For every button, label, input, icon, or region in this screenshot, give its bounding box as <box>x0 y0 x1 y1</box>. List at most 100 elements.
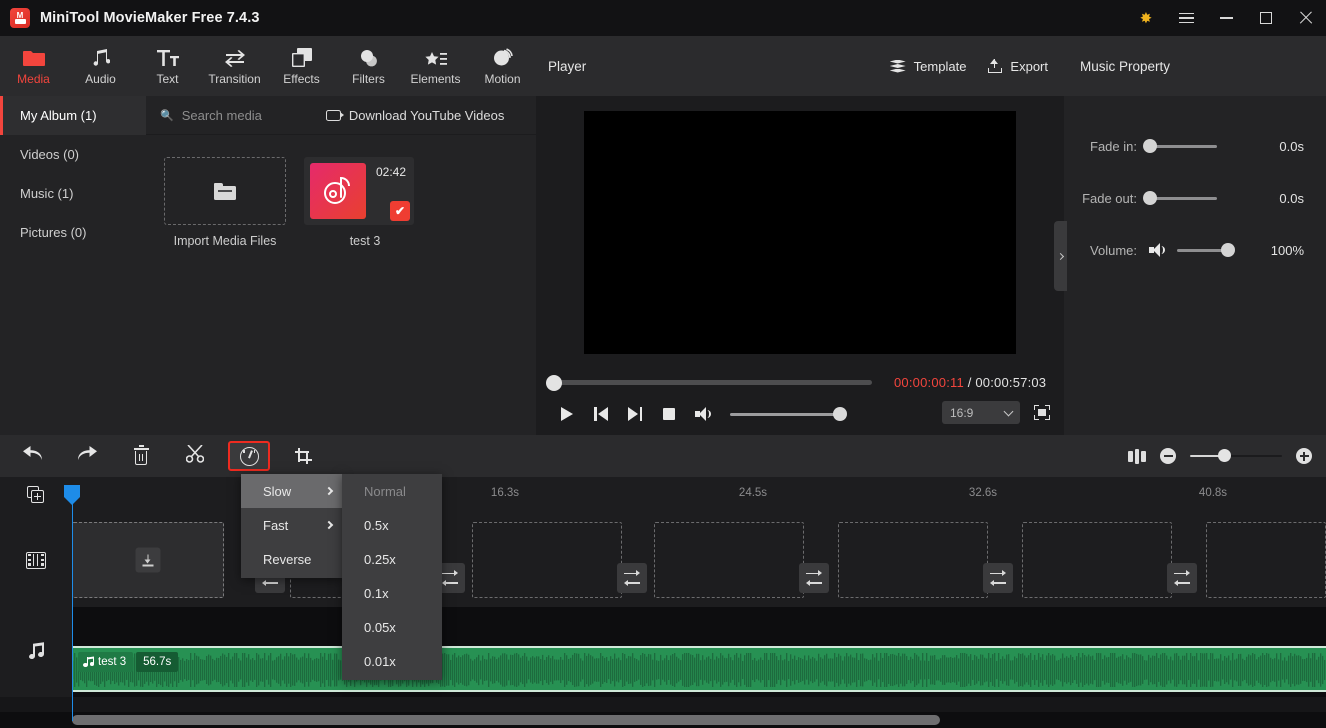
ribbon-tab-text[interactable]: Text <box>134 36 201 96</box>
fade-out-handle[interactable] <box>1143 191 1157 205</box>
volume-slider[interactable] <box>1177 243 1235 257</box>
ribbon-tab-elements[interactable]: Elements <box>402 36 469 96</box>
media-selected-checkbox[interactable]: ✔ <box>390 201 410 221</box>
speed-menu-item-reverse[interactable]: Reverse <box>241 542 342 576</box>
editing-toolbar <box>0 435 1326 477</box>
crop-button[interactable] <box>282 441 324 471</box>
video-track-header[interactable] <box>0 513 72 607</box>
delete-button[interactable] <box>120 441 162 471</box>
split-view-icon[interactable] <box>1128 448 1146 464</box>
ribbon-label: Effects <box>283 71 320 86</box>
player-seek-slider[interactable] <box>546 374 872 391</box>
aspect-ratio-select[interactable]: 16:9 <box>942 401 1020 424</box>
zoom-in-button[interactable] <box>1296 448 1312 464</box>
mute-button[interactable] <box>686 399 720 429</box>
ribbon-tab-filters[interactable]: Filters <box>335 36 402 96</box>
seek-handle[interactable] <box>546 374 562 391</box>
next-frame-button[interactable] <box>618 399 652 429</box>
speed-menu-item-fast[interactable]: Fast <box>241 508 342 542</box>
ribbon-tab-transition[interactable]: Transition <box>201 36 268 96</box>
import-media-button[interactable] <box>164 157 286 225</box>
speed-option-0-01x[interactable]: 0.01x <box>342 644 442 678</box>
category-label: My Album (1) <box>20 108 97 123</box>
minimize-icon[interactable] <box>1206 0 1246 36</box>
speaker-icon[interactable] <box>1149 243 1165 257</box>
player-title: Player <box>548 58 587 74</box>
close-icon[interactable] <box>1286 0 1326 36</box>
audio-thumbnail-art <box>310 163 366 219</box>
export-button[interactable]: Export <box>988 59 1048 74</box>
title-bar: M MiniTool MovieMaker Free 7.4.3 ✸ <box>0 0 1326 36</box>
audio-clip-name: test 3 <box>98 656 127 668</box>
speed-menu-item-slow[interactable]: Slow <box>241 474 342 508</box>
undo-button[interactable] <box>12 441 54 471</box>
timeline-scrollbar-track <box>0 712 1326 728</box>
video-slot[interactable] <box>838 522 988 598</box>
previous-frame-button[interactable] <box>584 399 618 429</box>
video-slot[interactable] <box>654 522 804 598</box>
media-category-pictures[interactable]: Pictures (0) <box>0 213 146 252</box>
media-category-my-album[interactable]: My Album (1) <box>0 96 146 135</box>
maximize-icon[interactable] <box>1246 0 1286 36</box>
audio-clip[interactable]: test 3 56.7s <box>72 646 1326 692</box>
undo-icon <box>23 445 43 467</box>
video-slot[interactable] <box>1206 522 1326 598</box>
speed-option-0-5x[interactable]: 0.5x <box>342 508 442 542</box>
timeline-scrollbar-thumb[interactable] <box>72 715 940 725</box>
redo-button[interactable] <box>66 441 108 471</box>
ribbon-tab-effects[interactable]: Effects <box>268 36 335 96</box>
ribbon-label: Filters <box>352 71 385 86</box>
audio-track[interactable]: test 3 56.7s <box>72 607 1326 697</box>
video-slot[interactable] <box>1022 522 1172 598</box>
add-media-track-button[interactable] <box>0 477 72 513</box>
video-download-icon <box>325 109 345 121</box>
ribbon-tab-audio[interactable]: Audio <box>67 36 134 96</box>
video-slot[interactable] <box>72 522 224 598</box>
fade-out-slider[interactable] <box>1143 191 1217 205</box>
fade-in-handle[interactable] <box>1143 139 1157 153</box>
fade-in-row: Fade in: 0.0s <box>1064 120 1326 172</box>
search-input[interactable]: 🔍 Search media <box>160 108 262 123</box>
media-item-name: test 3 <box>349 234 381 248</box>
trash-icon <box>133 445 149 465</box>
volume-handle[interactable] <box>1221 243 1235 257</box>
speed-option-0-05x[interactable]: 0.05x <box>342 610 442 644</box>
video-preview[interactable] <box>584 110 1016 354</box>
key-icon[interactable]: ✸ <box>1126 0 1166 36</box>
transition-icon <box>990 569 1006 587</box>
media-thumbnail-grid: Import Media Files 02:42 ✔ test 3 <box>146 135 536 248</box>
hamburger-menu-icon[interactable] <box>1166 0 1206 36</box>
split-button[interactable] <box>174 441 216 471</box>
media-category-music[interactable]: Music (1) <box>0 174 146 213</box>
play-button[interactable] <box>550 399 584 429</box>
zoom-slider[interactable] <box>1190 449 1282 463</box>
download-youtube-button[interactable]: Download YouTube Videos <box>325 108 504 123</box>
media-category-videos[interactable]: Videos (0) <box>0 135 146 174</box>
video-slot[interactable] <box>472 522 622 598</box>
zoom-out-button[interactable] <box>1160 448 1176 464</box>
stop-button[interactable] <box>652 399 686 429</box>
volume-label: Volume: <box>1090 242 1137 258</box>
audio-track-header[interactable] <box>0 607 72 697</box>
speed-option-0-1x[interactable]: 0.1x <box>342 576 442 610</box>
ribbon-label: Transition <box>208 71 261 86</box>
music-note-icon <box>27 642 46 661</box>
player-volume-slider[interactable] <box>730 407 847 421</box>
volume-handle[interactable] <box>833 407 847 421</box>
media-category-list: My Album (1) Videos (0) Music (1) Pictur… <box>0 96 146 435</box>
media-thumbnail[interactable]: 02:42 ✔ <box>304 157 414 225</box>
speed-button[interactable] <box>228 441 270 471</box>
template-button[interactable]: Template <box>889 59 966 74</box>
ribbon-tab-motion[interactable]: Motion <box>469 36 536 96</box>
transition-slot-button[interactable] <box>799 563 829 593</box>
fade-out-row: Fade out: 0.0s <box>1064 172 1326 224</box>
fullscreen-icon[interactable] <box>1034 405 1050 420</box>
panel-collapse-handle[interactable] <box>1054 221 1067 291</box>
transition-slot-button[interactable] <box>617 563 647 593</box>
ribbon-tab-media[interactable]: Media <box>0 36 67 96</box>
transition-slot-button[interactable] <box>983 563 1013 593</box>
transition-icon <box>1174 569 1190 587</box>
transition-slot-button[interactable] <box>1167 563 1197 593</box>
fade-in-slider[interactable] <box>1143 139 1217 153</box>
speed-option-0-25x[interactable]: 0.25x <box>342 542 442 576</box>
